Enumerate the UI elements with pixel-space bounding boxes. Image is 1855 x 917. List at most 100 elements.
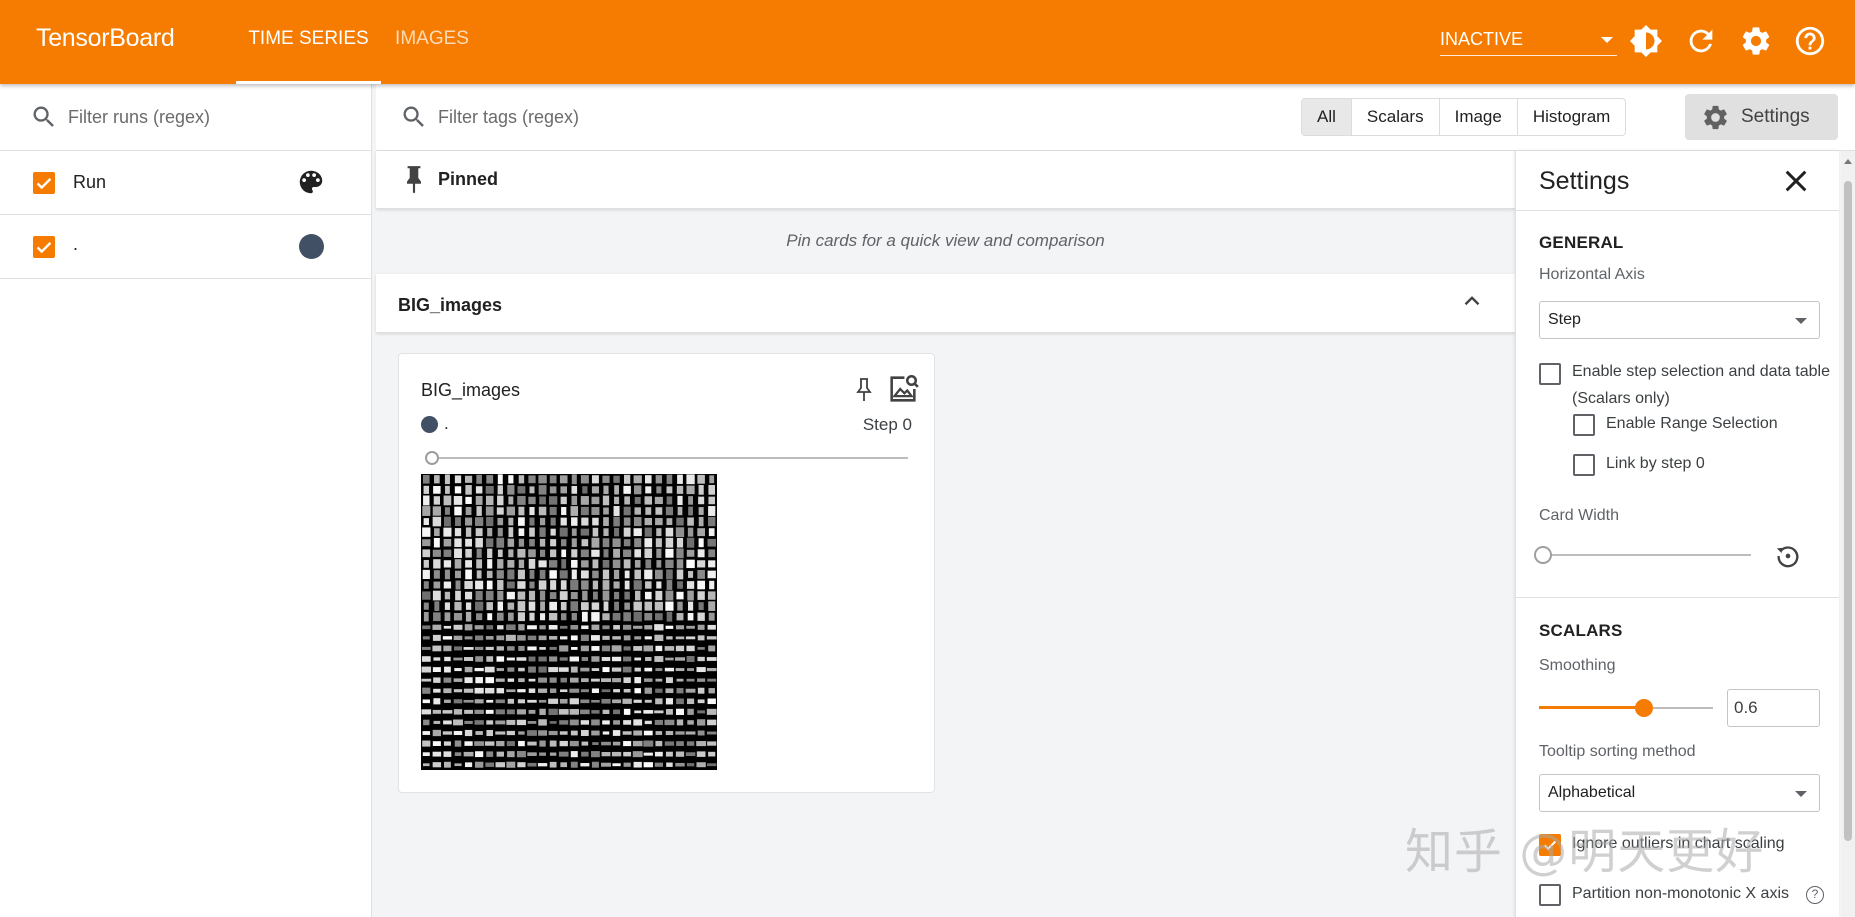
image-tile <box>561 506 567 516</box>
refresh-icon[interactable] <box>1684 24 1718 58</box>
settings-scrollbar[interactable] <box>1841 151 1855 917</box>
help-icon[interactable]: ? <box>1806 886 1824 904</box>
smoothing-value-input[interactable]: 0.6 <box>1727 689 1820 727</box>
image-tile <box>706 667 717 672</box>
image-tile <box>433 559 441 569</box>
data-status-select[interactable]: INACTIVE <box>1440 24 1617 56</box>
image-tile <box>455 517 461 526</box>
run-color-swatch[interactable] <box>299 234 324 259</box>
image-tile <box>465 611 472 622</box>
image-tile <box>666 474 673 484</box>
image-tile <box>422 699 430 704</box>
image-tile <box>592 559 599 569</box>
settings-gear-icon[interactable] <box>1739 24 1773 58</box>
card-width-slider-thumb[interactable] <box>1534 546 1552 564</box>
horizontal-axis-select[interactable]: Step <box>1539 301 1820 339</box>
image-tile <box>665 601 674 611</box>
image-tile <box>614 496 620 505</box>
run-checkbox[interactable] <box>33 236 55 258</box>
reset-card-width-icon[interactable] <box>1774 542 1802 570</box>
tab-images[interactable]: IMAGES <box>388 0 476 84</box>
help-icon[interactable] <box>1793 24 1827 58</box>
image-tile <box>580 730 589 736</box>
chip-image[interactable]: Image <box>1440 99 1518 135</box>
image-tile <box>654 719 663 725</box>
image-tile <box>538 580 547 590</box>
card-width-slider-track[interactable] <box>1543 554 1751 556</box>
chip-scalars[interactable]: Scalars <box>1352 99 1440 135</box>
chip-histogram[interactable]: Histogram <box>1518 99 1625 135</box>
image-tile <box>423 719 430 726</box>
card-width-label: Card Width <box>1539 507 1620 524</box>
image-tile <box>496 570 504 579</box>
image-tile <box>560 613 567 621</box>
close-icon[interactable] <box>1780 165 1812 197</box>
image-tile <box>516 657 527 661</box>
settings-toggle-button[interactable]: Settings <box>1685 94 1838 140</box>
image-tile <box>675 645 685 652</box>
view-image-icon[interactable] <box>886 372 920 406</box>
ignore-outliers-checkbox[interactable] <box>1539 834 1561 856</box>
image-tile <box>613 720 620 725</box>
image-tile <box>549 656 558 662</box>
image-tile <box>474 709 484 714</box>
image-tile <box>634 560 641 568</box>
image-tile <box>644 720 652 725</box>
image-tile <box>569 719 579 726</box>
smoothing-slider-thumb[interactable] <box>1635 699 1653 717</box>
tab-time-series[interactable]: TIME SERIES <box>236 0 381 84</box>
tooltip-sort-select[interactable]: Alphabetical <box>1539 774 1820 812</box>
scrollbar-thumb[interactable] <box>1844 181 1852 841</box>
image-tile <box>687 517 694 526</box>
image-tile <box>444 612 451 622</box>
image-tile <box>644 678 653 682</box>
app-brand[interactable]: TensorBoard <box>36 24 175 53</box>
select-all-runs-checkbox[interactable] <box>33 172 55 194</box>
scroll-up-arrow[interactable] <box>1844 159 1852 164</box>
image-tile <box>666 569 673 580</box>
theme-icon[interactable] <box>1629 24 1663 58</box>
chevron-up-icon[interactable] <box>1459 288 1485 314</box>
image-tile <box>644 687 652 694</box>
image-tile <box>580 699 590 704</box>
pin-card-icon[interactable] <box>852 376 876 404</box>
link-by-step-checkbox[interactable] <box>1573 454 1595 476</box>
runs-filter-input[interactable] <box>68 102 348 132</box>
enable-step-selection-checkbox[interactable] <box>1539 363 1561 385</box>
enable-range-selection-checkbox[interactable] <box>1573 414 1595 436</box>
image-tile <box>516 751 526 758</box>
image-tile <box>549 752 557 756</box>
image-sample-grid[interactable] <box>421 474 717 770</box>
palette-icon[interactable] <box>296 167 326 197</box>
image-tile <box>698 485 704 495</box>
image-tile <box>611 751 622 757</box>
image-tile <box>698 602 704 611</box>
image-tile <box>708 484 716 495</box>
image-tile <box>591 646 600 651</box>
tag-filter-input[interactable] <box>438 102 838 132</box>
image-tile <box>560 636 568 640</box>
image-tile <box>507 602 515 610</box>
image-tile <box>685 731 696 735</box>
image-tile <box>529 581 535 589</box>
chip-all[interactable]: All <box>1302 99 1352 135</box>
partition-x-axis-checkbox[interactable] <box>1539 884 1561 906</box>
image-tile <box>433 698 441 705</box>
image-tile <box>643 645 654 652</box>
image-tile <box>581 539 589 547</box>
image-tile <box>453 730 463 736</box>
image-tile <box>454 506 462 516</box>
runs-filter <box>0 84 372 151</box>
image-tile <box>548 730 558 736</box>
image-tile <box>591 537 600 548</box>
image-tile <box>558 751 569 757</box>
card-run-name: . <box>444 414 449 433</box>
image-tile <box>464 657 474 661</box>
image-tile <box>453 657 463 661</box>
card-group-header[interactable]: BIG_images <box>376 274 1515 333</box>
step-slider-track[interactable] <box>439 457 908 459</box>
step-slider-thumb[interactable] <box>425 451 439 465</box>
image-tile <box>708 528 715 537</box>
image-tile <box>687 612 694 621</box>
image-tile <box>644 517 653 526</box>
